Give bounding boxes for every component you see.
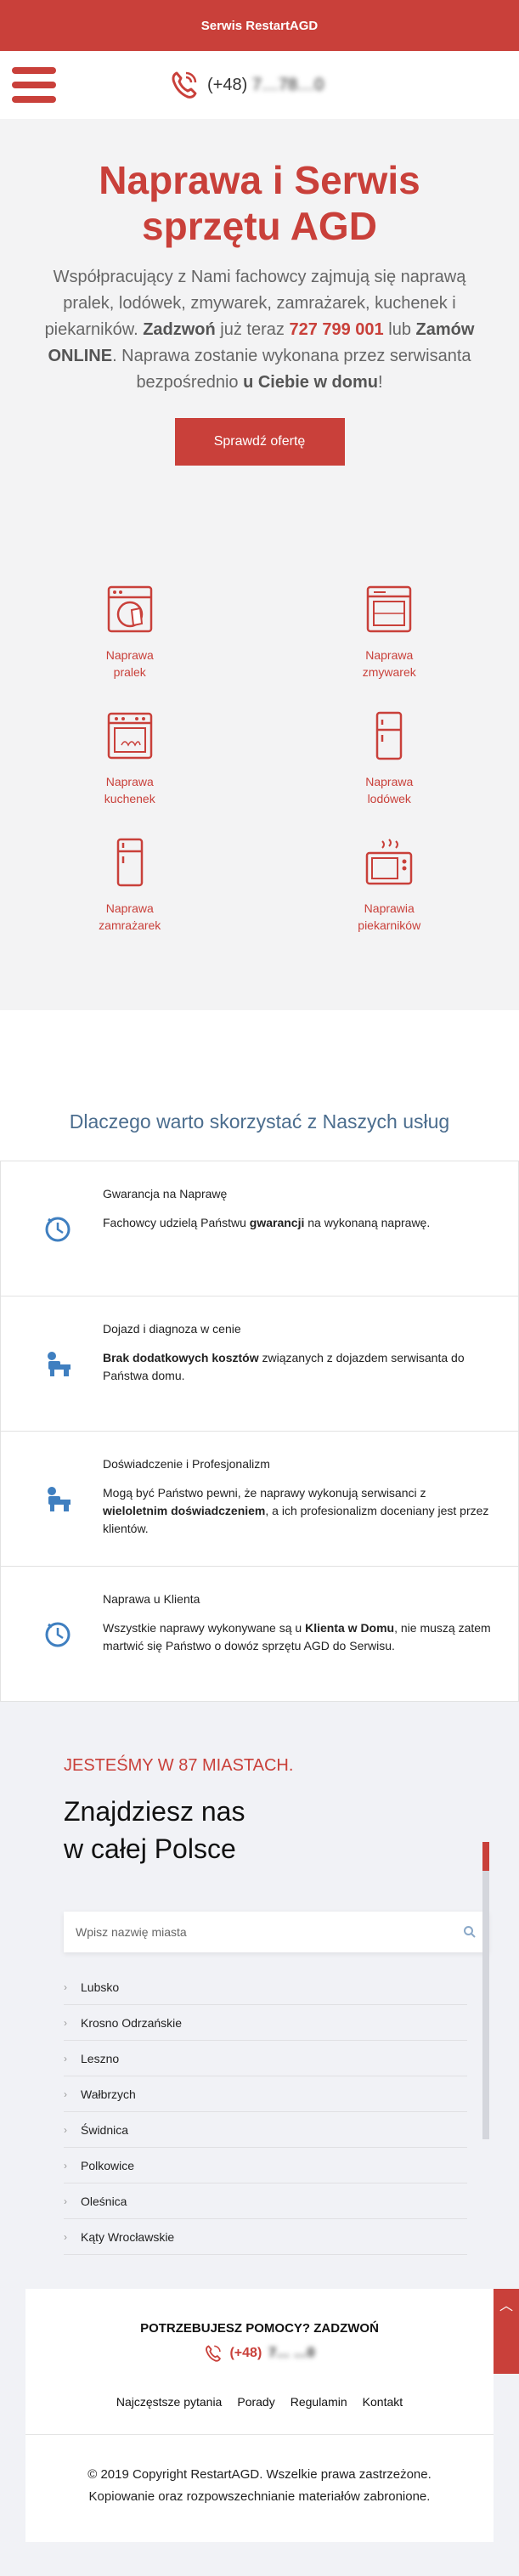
services-grid: Naprawapralek Naprawazmywarek Naprawakuc… [0,508,519,1010]
hamburger-icon [12,67,56,74]
feature-text: Fachowcy udzielą Państwu gwarancji na wy… [103,1214,493,1232]
hero-phone-link[interactable]: 727 799 001 [289,320,383,339]
cities-section: JESTEŚMY W 87 MIASTACH. Znajdziesz nasw … [0,1702,519,2289]
header-phone-link[interactable]: (+48) 7…78…0 [170,70,324,100]
menu-button[interactable] [0,51,68,119]
service-dishwashers[interactable]: Naprawazmywarek [260,585,519,681]
copyright: © 2019 Copyright RestartAGD. Wszelkie pr… [42,2464,477,2508]
chevron-right-icon: › [64,1981,81,1993]
chevron-right-icon: › [64,2231,81,2243]
feature-text: Brak dodatkowych kosztów związanych z do… [103,1349,493,1385]
feature-title: Dojazd i diagnoza w cenie [103,1322,493,1336]
scroll-to-top-button[interactable]: ︿ [494,2289,519,2374]
city-list-item[interactable]: ›Kąty Wrocławskie [64,2219,467,2255]
chevron-right-icon: › [64,2088,81,2100]
service-freezers[interactable]: Naprawazamrażarek [0,838,260,934]
footer-link-terms[interactable]: Regulamin [291,2395,347,2409]
feature-card: Naprawa u Klienta Wszystkie naprawy wyko… [0,1566,519,1702]
city-list-item[interactable]: ›Polkowice [64,2148,467,2183]
footer-link-contact[interactable]: Kontakt [363,2395,403,2409]
chevron-right-icon: › [64,2160,81,2172]
feature-card: Gwarancja na Naprawę Fachowcy udzielą Pa… [0,1161,519,1296]
city-list-item[interactable]: ›Świdnica [64,2112,467,2148]
why-us-title: Dlaczego warto skorzystać z Naszych usłu… [0,1110,519,1133]
footer-link-tips[interactable]: Porady [237,2395,274,2409]
fridge-icon [365,711,413,760]
footer-divider [25,2434,494,2435]
chevron-right-icon: › [64,2195,81,2207]
city-list-item[interactable]: ›Wałbrzych [64,2076,467,2112]
city-list: ›Lubsko ›Krosno Odrzańskie ›Leszno ›Wałb… [64,1969,467,2255]
hero-title: Naprawa i Serwis sprzętu AGD [25,157,494,249]
clock-icon [43,1214,72,1243]
feature-card: Doświadczenie i Profesjonalizm Mogą być … [0,1431,519,1567]
city-list-item[interactable]: ›Krosno Odrzańskie [64,2005,467,2041]
chevron-right-icon: › [64,2124,81,2136]
footer-wrapper: ︿ POTRZEBUJESZ POMOCY? ZADZWOŃ (+48) 7… … [0,2289,519,2576]
hero-section: Naprawa i Serwis sprzętu AGD Współpracuj… [0,119,519,508]
feature-card: Dojazd i diagnoza w cenie Brak dodatkowy… [0,1296,519,1432]
feature-title: Gwarancja na Naprawę [103,1187,493,1200]
oven-icon [365,838,413,887]
phone-icon [204,2344,223,2363]
service-washing-machines[interactable]: Naprawapralek [0,585,260,681]
phone-icon [170,70,199,100]
search-placeholder: Wpisz nazwię miasta [76,1925,187,1939]
plumber-icon [43,1484,72,1513]
footer-links: Najczęstsze pytania Porady Regulamin Kon… [42,2395,477,2409]
city-list-item[interactable]: ›Leszno [64,2041,467,2076]
washing-machine-icon [106,585,154,634]
feature-title: Naprawa u Klienta [103,1592,493,1606]
check-offer-button[interactable]: Sprawdź ofertę [175,418,345,466]
dishwasher-icon [365,585,413,634]
footer: POTRZEBUJESZ POMOCY? ZADZWOŃ (+48) 7… …0… [25,2289,494,2542]
feature-text: Mogą być Państwo pewni, że naprawy wykon… [103,1484,493,1538]
clock-icon [43,1619,72,1648]
cities-title: Znajdziesz nasw całej Polsce [64,1793,519,1867]
service-fridges[interactable]: Naprawalodówek [260,711,519,807]
top-bar: Serwis RestartAGD [0,0,519,51]
city-list-item[interactable]: ›Lubsko [64,1969,467,2005]
site-title: Serwis RestartAGD [201,19,319,33]
help-heading: POTRZEBUJESZ POMOCY? ZADZWOŃ [42,2321,477,2336]
chevron-right-icon: › [64,2053,81,2065]
city-search-input[interactable]: Wpisz nazwię miasta [64,1912,488,1952]
freezer-icon [106,838,154,887]
search-icon[interactable] [463,1925,477,1939]
stove-icon [106,711,154,760]
service-stoves[interactable]: Naprawakuchenek [0,711,260,807]
service-ovens[interactable]: Naprawiapiekarników [260,838,519,934]
hero-text: Współpracujący z Nami fachowcy zajmują s… [25,264,494,396]
plumber-icon [43,1349,72,1378]
phone-prefix: (+48) [207,76,247,94]
feature-text: Wszystkie naprawy wykonywane są u Klient… [103,1619,493,1655]
chevron-right-icon: › [64,2017,81,2029]
city-list-item[interactable]: ›Oleśnica [64,2183,467,2219]
footer-link-faq[interactable]: Najczęstsze pytania [116,2395,223,2409]
cities-eyebrow: JESTEŚMY W 87 MIASTACH. [64,1756,519,1776]
feature-title: Doświadczenie i Profesjonalizm [103,1457,493,1471]
phone-number: 7…78…0 [252,76,324,94]
footer-phone-link[interactable]: (+48) 7… …0 [42,2344,477,2363]
why-us-section: Dlaczego warto skorzystać z Naszych usłu… [0,1010,519,1702]
city-list-scroll-thumb[interactable] [482,1842,489,1871]
city-list-scrollbar[interactable] [482,1842,489,2139]
header: (+48) 7…78…0 [0,51,519,119]
chevron-up-icon: ︿ [499,2294,513,2374]
